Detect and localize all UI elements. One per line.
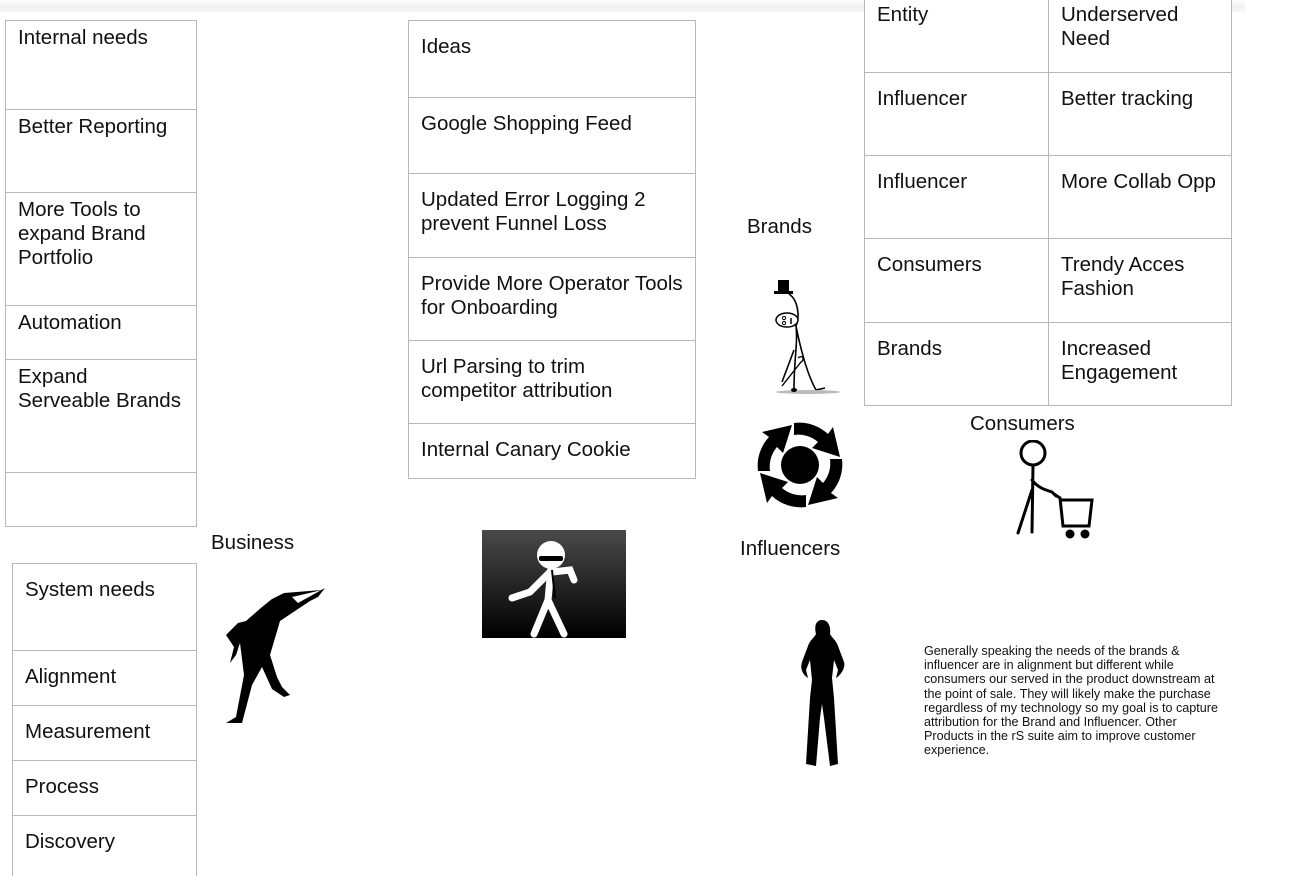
pointing-man-silhouette-icon <box>226 588 325 723</box>
table-cell-empty <box>5 472 197 527</box>
entity-needs-table: Entity Underserved Need Influencer Bette… <box>864 0 1232 406</box>
table-cell: More Tools to expand Brand Portfolio <box>5 192 197 306</box>
need-cell: Trendy Acces Fashion <box>1048 238 1232 323</box>
entity-cell: Consumers <box>864 238 1049 323</box>
table-cell: Internal Canary Cookie <box>408 423 696 479</box>
table-cell-header: Internal needs <box>5 20 197 110</box>
table-cell: Expand Serveable Brands <box>5 359 197 473</box>
stick-figure-sunglasses-icon <box>482 530 626 638</box>
table-row: Influencer More Collab Opp <box>864 155 1232 239</box>
table-cell: Updated Error Logging 2 prevent Funnel L… <box>408 173 696 258</box>
summary-note: Generally speaking the needs of the bran… <box>924 644 1218 758</box>
woman-silhouette-icon <box>801 620 845 766</box>
shopping-cart-person-icon <box>1016 440 1094 539</box>
system-needs-table: System needs Alignment Measurement Proce… <box>12 563 197 876</box>
table-row: Consumers Trendy Acces Fashion <box>864 238 1232 323</box>
table-cell-header: System needs <box>12 563 197 651</box>
business-label: Business <box>211 531 295 554</box>
internal-needs-table: Internal needs Better Reporting More Too… <box>5 20 197 527</box>
table-cell: Url Parsing to trim competitor attributi… <box>408 340 696 424</box>
table-cell: Provide More Operator Tools for Onboardi… <box>408 257 696 341</box>
cycle-arrows-icon <box>757 422 843 508</box>
entity-cell: Influencer <box>864 72 1049 156</box>
table-cell: Process <box>12 760 197 816</box>
brands-label: Brands <box>747 215 812 238</box>
table-cell: Better Reporting <box>5 109 197 193</box>
table-cell: Measurement <box>12 705 197 761</box>
consumers-label: Consumers <box>970 412 1075 435</box>
table-header-need: Underserved Need <box>1048 0 1232 73</box>
need-cell: Increased Engagement <box>1048 322 1232 406</box>
table-cell: Automation <box>5 305 197 360</box>
need-cell: More Collab Opp <box>1048 155 1232 239</box>
table-cell: Alignment <box>12 650 197 706</box>
table-cell-header: Ideas <box>408 20 696 98</box>
top-hat-stick-figure-icon <box>774 280 840 394</box>
table-row: Influencer Better tracking <box>864 72 1232 156</box>
table-cell: Google Shopping Feed <box>408 97 696 174</box>
table-header-entity: Entity <box>864 0 1049 73</box>
entity-cell: Brands <box>864 322 1049 406</box>
entity-cell: Influencer <box>864 155 1049 239</box>
ideas-table: Ideas Google Shopping Feed Updated Error… <box>408 20 696 479</box>
table-row: Brands Increased Engagement <box>864 322 1232 406</box>
need-cell: Better tracking <box>1048 72 1232 156</box>
influencers-label: Influencers <box>740 537 841 560</box>
table-cell: Discovery <box>12 815 197 876</box>
